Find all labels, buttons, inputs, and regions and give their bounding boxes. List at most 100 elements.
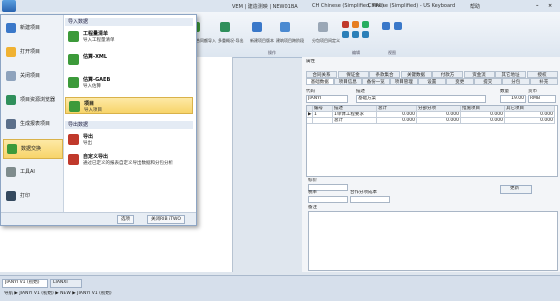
view-icon[interactable] xyxy=(382,22,390,30)
ribbon-button-export[interactable]: 多重概况-导出 xyxy=(218,38,243,44)
menu-item-label: 打开项目 xyxy=(20,49,41,55)
description-field[interactable]: 基础方案 xyxy=(356,95,486,103)
submenu-item-title: 估算-GAEB xyxy=(83,77,111,83)
ribbon-button-cross-stage[interactable]: 建筑项目跨阶段 xyxy=(276,38,304,44)
ribbon-button-new-version[interactable]: 新建项目版本 xyxy=(250,38,274,44)
exit-button[interactable]: 关闭RIB iTWO xyxy=(147,215,185,224)
tax-field[interactable] xyxy=(308,196,348,203)
application-menu: 新建项目打开项目关闭项目项目资源浏览器 生成报表项目数据交换工具AI 打印 导入数据… xyxy=(0,14,197,226)
truck-icon[interactable] xyxy=(352,31,359,38)
ribbon-button-subcontract[interactable]: 分包项目间定义 xyxy=(312,38,340,44)
menu-item-tools[interactable]: 工具AI xyxy=(3,163,61,181)
property-tab[interactable]: 保证金 xyxy=(337,71,369,78)
new-project-icon xyxy=(6,23,16,33)
property-tab[interactable]: 分包 xyxy=(502,78,530,85)
properties-pane: 属性 合同关系 保证金 条款集合 关键数据 付款方 资金流 其它地址 授权 基础数据 项目信息备… xyxy=(302,57,560,272)
menu-item-close-project[interactable]: 关闭项目 xyxy=(3,67,61,85)
submenu-item-desc: 导出 xyxy=(83,141,92,146)
summary-table[interactable]: 编号 描述 总计 分部分项 措施项目 其它项目 ▶ 1 1单体工程要求 0.000 0.000 0.0… xyxy=(306,105,558,177)
property-tab[interactable]: 设置 xyxy=(418,78,446,85)
property-tab[interactable]: 付款方 xyxy=(432,71,463,78)
submenu-item-estimate-gaeb[interactable]: 估算-GAEB 导入估算 xyxy=(65,74,193,91)
currency-field[interactable]: RMB xyxy=(528,95,556,103)
property-tab[interactable]: 项目管理 xyxy=(390,78,418,85)
car-icon[interactable] xyxy=(342,31,349,38)
menu-item-label: 关闭项目 xyxy=(20,73,41,79)
property-tab[interactable]: 备份一览 xyxy=(362,78,390,85)
table-cell[interactable]: 0.000 xyxy=(417,118,461,124)
menu-item-print[interactable]: 打印 xyxy=(3,187,61,205)
menu-item-label: 工具AI xyxy=(20,169,35,175)
check-icon[interactable] xyxy=(362,21,369,28)
menu-item-resource-browser[interactable]: 项目资源浏览器 xyxy=(3,91,61,109)
new-version-icon[interactable] xyxy=(252,22,262,32)
app-menu-button[interactable] xyxy=(2,0,16,12)
transport-icon[interactable] xyxy=(362,31,369,38)
submenu-item-custom-export[interactable]: 自定义导出 通过已定义的报表自定义导出数据和分包分析 xyxy=(65,151,193,168)
import-header: 导入数据 xyxy=(65,18,193,26)
property-tab[interactable]: 关键数据 xyxy=(400,71,432,78)
code-field[interactable]: JIANYI xyxy=(306,95,348,103)
property-tab[interactable]: 变更 xyxy=(446,78,474,85)
subcontract-icon[interactable] xyxy=(318,22,328,32)
minimize-icon[interactable]: – xyxy=(536,3,539,9)
submenu-item-title: 项目 xyxy=(84,101,95,107)
submenu-item-estimate-xml[interactable]: 估算-XML xyxy=(65,51,193,68)
document-tab-2[interactable]: LIANXI xyxy=(50,279,82,288)
property-tab[interactable]: 资金流 xyxy=(463,71,495,78)
submenu-item-boq-import[interactable]: 工程量清单 导入工程量清单 xyxy=(65,28,193,45)
export-icon[interactable] xyxy=(220,22,230,32)
table-cell[interactable]: 总计 xyxy=(333,118,377,124)
export-arrow-icon xyxy=(68,134,79,145)
warning-icon[interactable] xyxy=(352,21,359,28)
document-tab-1[interactable]: JIANYI V1 (初始) xyxy=(2,279,48,288)
property-tab[interactable]: 提交 xyxy=(474,78,502,85)
contract-cost-field[interactable] xyxy=(350,196,390,203)
menu-item-open-project[interactable]: 打开项目 xyxy=(3,43,61,61)
import-arrow-icon xyxy=(68,77,79,88)
table-cell[interactable]: 0.000 xyxy=(461,118,505,124)
menu-item-label: 打印 xyxy=(20,193,31,199)
update-button[interactable]: 更新 xyxy=(500,185,532,194)
table-cell[interactable] xyxy=(313,118,333,124)
group-caption-view: 视图 xyxy=(388,50,396,55)
properties-title: 属性 xyxy=(306,59,315,64)
expand-icon[interactable] xyxy=(394,22,402,30)
property-tab[interactable]: 项目信息 xyxy=(334,78,362,85)
menu-item-label: 新建项目 xyxy=(20,25,41,31)
cross-stage-icon[interactable] xyxy=(280,22,290,32)
menu-item-new-project[interactable]: 新建项目 xyxy=(3,19,61,37)
help-link[interactable]: 帮助 xyxy=(470,3,480,10)
submenu-item-desc: 通过已定义的报表自定义导出数据和分包分析 xyxy=(83,161,173,166)
submenu-item-title: 估算-XML xyxy=(83,54,108,60)
property-tab[interactable]: 基础数据 xyxy=(306,78,334,85)
import-arrow-icon xyxy=(69,101,80,112)
table-cell[interactable]: 0.000 xyxy=(505,118,555,124)
property-tab[interactable]: 条款集合 xyxy=(369,71,400,78)
ribbon-button-import[interactable]: 合同额导入 xyxy=(196,38,216,44)
submenu-item-project-import[interactable]: 项目 导入项目 xyxy=(65,97,193,114)
notes-field[interactable] xyxy=(308,211,558,271)
options-button[interactable]: 选项 xyxy=(117,215,134,224)
menu-item-label: 项目资源浏览器 xyxy=(20,97,56,103)
stop-icon[interactable] xyxy=(342,21,349,28)
rate-field[interactable]: 19.00 xyxy=(500,95,526,103)
submenu-item-export[interactable]: 导出 导出 xyxy=(65,131,193,148)
menu-item-report[interactable]: 生成报表项目 xyxy=(3,115,61,133)
tools-icon xyxy=(6,167,16,177)
window-title: VEM | 建造测映 | NEW01BA xyxy=(232,4,298,10)
menu-footer: 选项 关闭RIB iTWO xyxy=(1,212,196,225)
menu-item-data-exchange[interactable]: 数据交换 xyxy=(3,139,63,159)
property-tab[interactable]: 授权 xyxy=(526,71,558,78)
property-tab[interactable]: 其它地址 xyxy=(495,71,526,78)
keyboard-indicator[interactable]: Chinese (Simplified) - US Keyboard xyxy=(368,3,455,9)
import-arrow-icon xyxy=(68,31,79,42)
property-tab[interactable]: 补充 xyxy=(530,78,558,85)
close-icon[interactable]: × xyxy=(548,3,552,9)
menu-item-label: 生成报表项目 xyxy=(20,121,51,127)
submenu-item-title: 自定义导出 xyxy=(83,154,109,160)
export-arrow-icon xyxy=(68,154,79,165)
property-tab[interactable]: 合同关系 xyxy=(306,71,337,78)
menu-left-column: 新建项目打开项目关闭项目项目资源浏览器 生成报表项目数据交换工具AI 打印 xyxy=(1,15,64,213)
table-cell[interactable]: 0.000 xyxy=(377,118,417,124)
